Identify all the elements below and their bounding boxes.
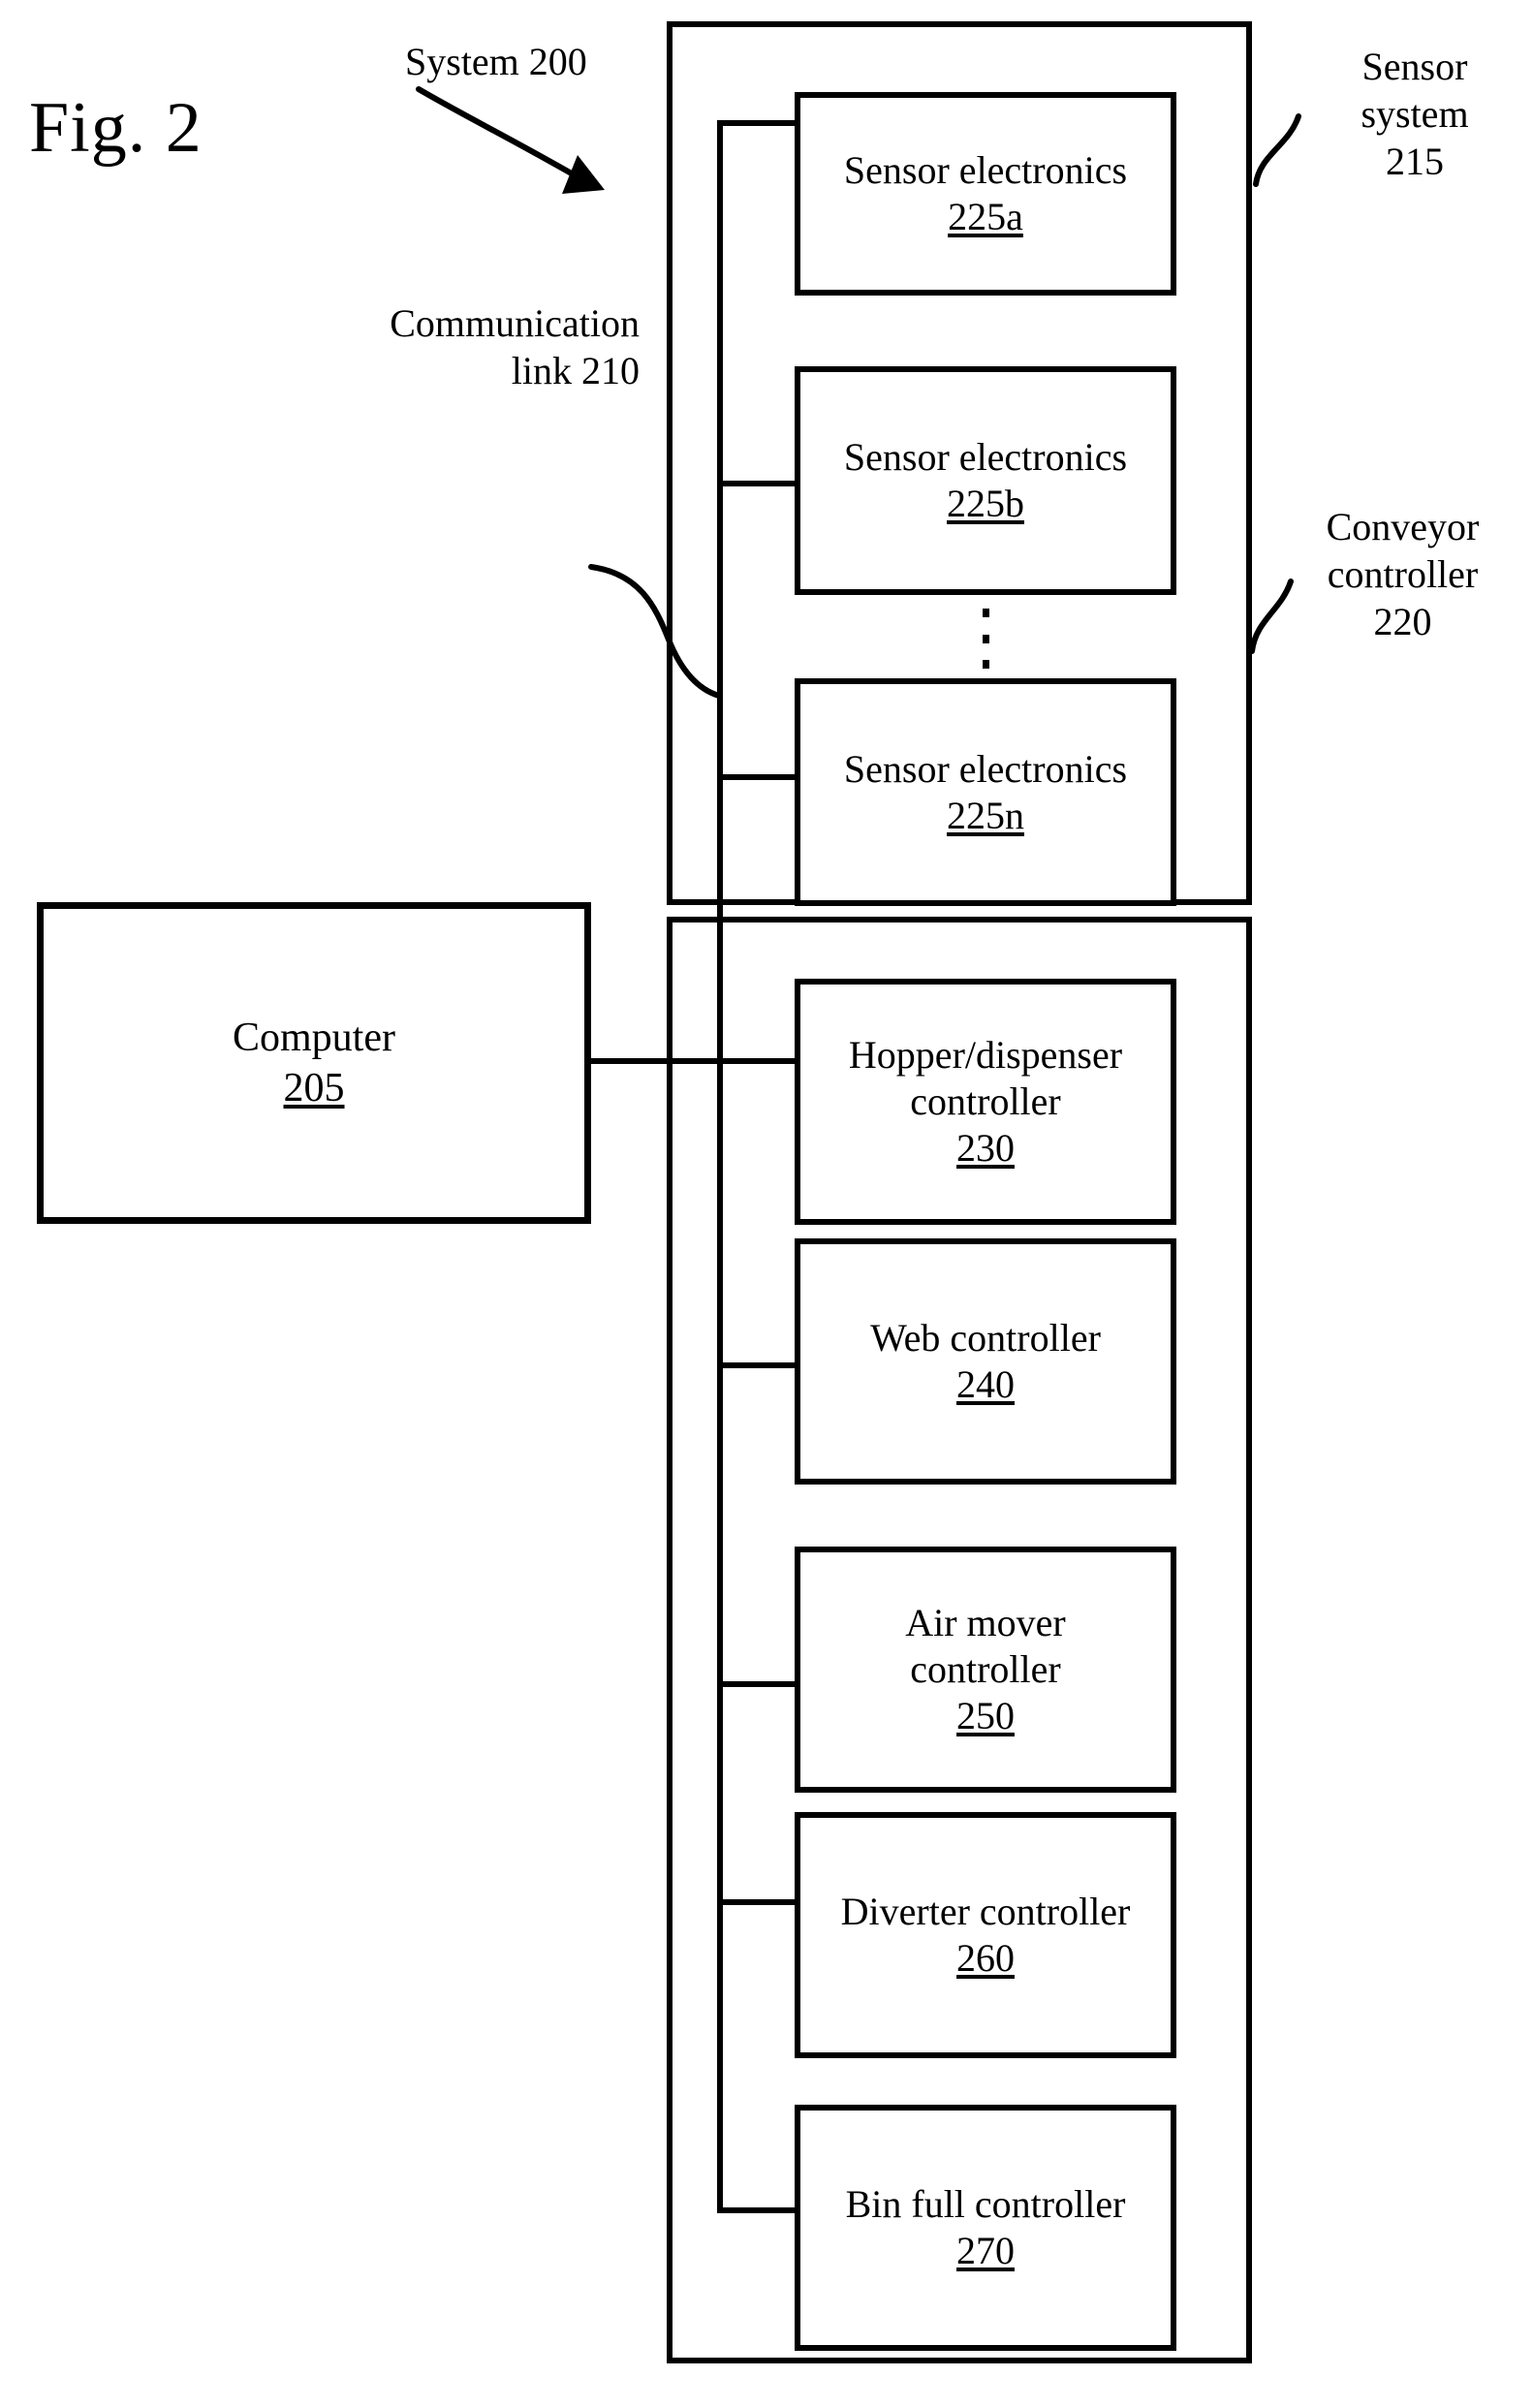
sensor-electronics-225n-ref: 225n — [947, 793, 1024, 837]
bus-stub-225b — [717, 481, 800, 486]
computer-ref: 205 — [283, 1066, 345, 1110]
web-controller-240-ref: 240 — [956, 1362, 1015, 1406]
air-mover-controller-250-ref: 250 — [956, 1694, 1015, 1737]
bus-stub-225n — [717, 774, 800, 780]
bin-full-controller-270-title: Bin full controller — [845, 2182, 1126, 2226]
air-mover-controller-250-title: Air mover controller — [905, 1601, 1066, 1691]
bin-full-controller-270-ref: 270 — [956, 2229, 1015, 2272]
bus-stub-230 — [717, 1058, 800, 1064]
sensor-system-215-leader — [1253, 113, 1301, 187]
sensor-electronics-225b-title: Sensor electronics — [843, 435, 1128, 479]
computer-block[interactable]: Computer 205 — [37, 902, 591, 1224]
sensor-electronics-225a-title: Sensor electronics — [843, 148, 1128, 192]
sensor-electronics-225a-ref: 225a — [948, 195, 1023, 238]
hopper-dispenser-controller-230-block[interactable]: Hopper/dispenser controller 230 — [795, 979, 1176, 1225]
sensor-electronics-225n-block[interactable]: Sensor electronics 225n — [795, 678, 1176, 906]
bus-stub-225a — [717, 120, 800, 126]
air-mover-controller-250-block[interactable]: Air mover controller 250 — [795, 1547, 1176, 1793]
web-controller-240-block[interactable]: Web controller 240 — [795, 1238, 1176, 1485]
sensor-electronics-225b-ref: 225b — [947, 482, 1024, 525]
diverter-controller-260-title: Diverter controller — [840, 1890, 1131, 1933]
computer-to-bus-link — [585, 1058, 721, 1064]
callout-system-200: System 200 — [405, 40, 587, 83]
web-controller-240-title: Web controller — [870, 1316, 1101, 1360]
bus-stub-250 — [717, 1681, 800, 1687]
sensor-electronics-225n-title: Sensor electronics — [843, 746, 1128, 791]
figure-label: Fig. 2 — [29, 88, 203, 168]
system-200-arrowhead — [562, 155, 605, 194]
sensor-electronics-225b-block[interactable]: Sensor electronics 225b — [795, 366, 1176, 595]
system-200-leader — [416, 86, 584, 182]
callout-sensor-system-215: Sensor system 215 — [1361, 45, 1469, 183]
patent-figure-page: Fig. 2 System 200 Communication link 210… — [0, 0, 1533, 2408]
hopper-dispenser-controller-230-title: Hopper/dispenser controller — [848, 1033, 1123, 1123]
sensor-electronics-225a-block[interactable]: Sensor electronics 225a — [795, 92, 1176, 296]
bin-full-controller-270-block[interactable]: Bin full controller 270 — [795, 2105, 1176, 2351]
bus-stub-260 — [717, 1899, 800, 1905]
bus-stub-270 — [717, 2207, 800, 2213]
callout-communication-link-210: Communication link 210 — [390, 301, 640, 392]
diverter-controller-260-ref: 260 — [956, 1936, 1015, 1980]
vertical-ellipsis-icon — [982, 609, 989, 669]
bus-stub-240 — [717, 1362, 800, 1368]
hopper-dispenser-controller-230-ref: 230 — [956, 1126, 1015, 1170]
callout-conveyor-controller-220: Conveyor controller 220 — [1326, 505, 1480, 643]
computer-title: Computer — [233, 1015, 395, 1060]
diverter-controller-260-block[interactable]: Diverter controller 260 — [795, 1812, 1176, 2058]
